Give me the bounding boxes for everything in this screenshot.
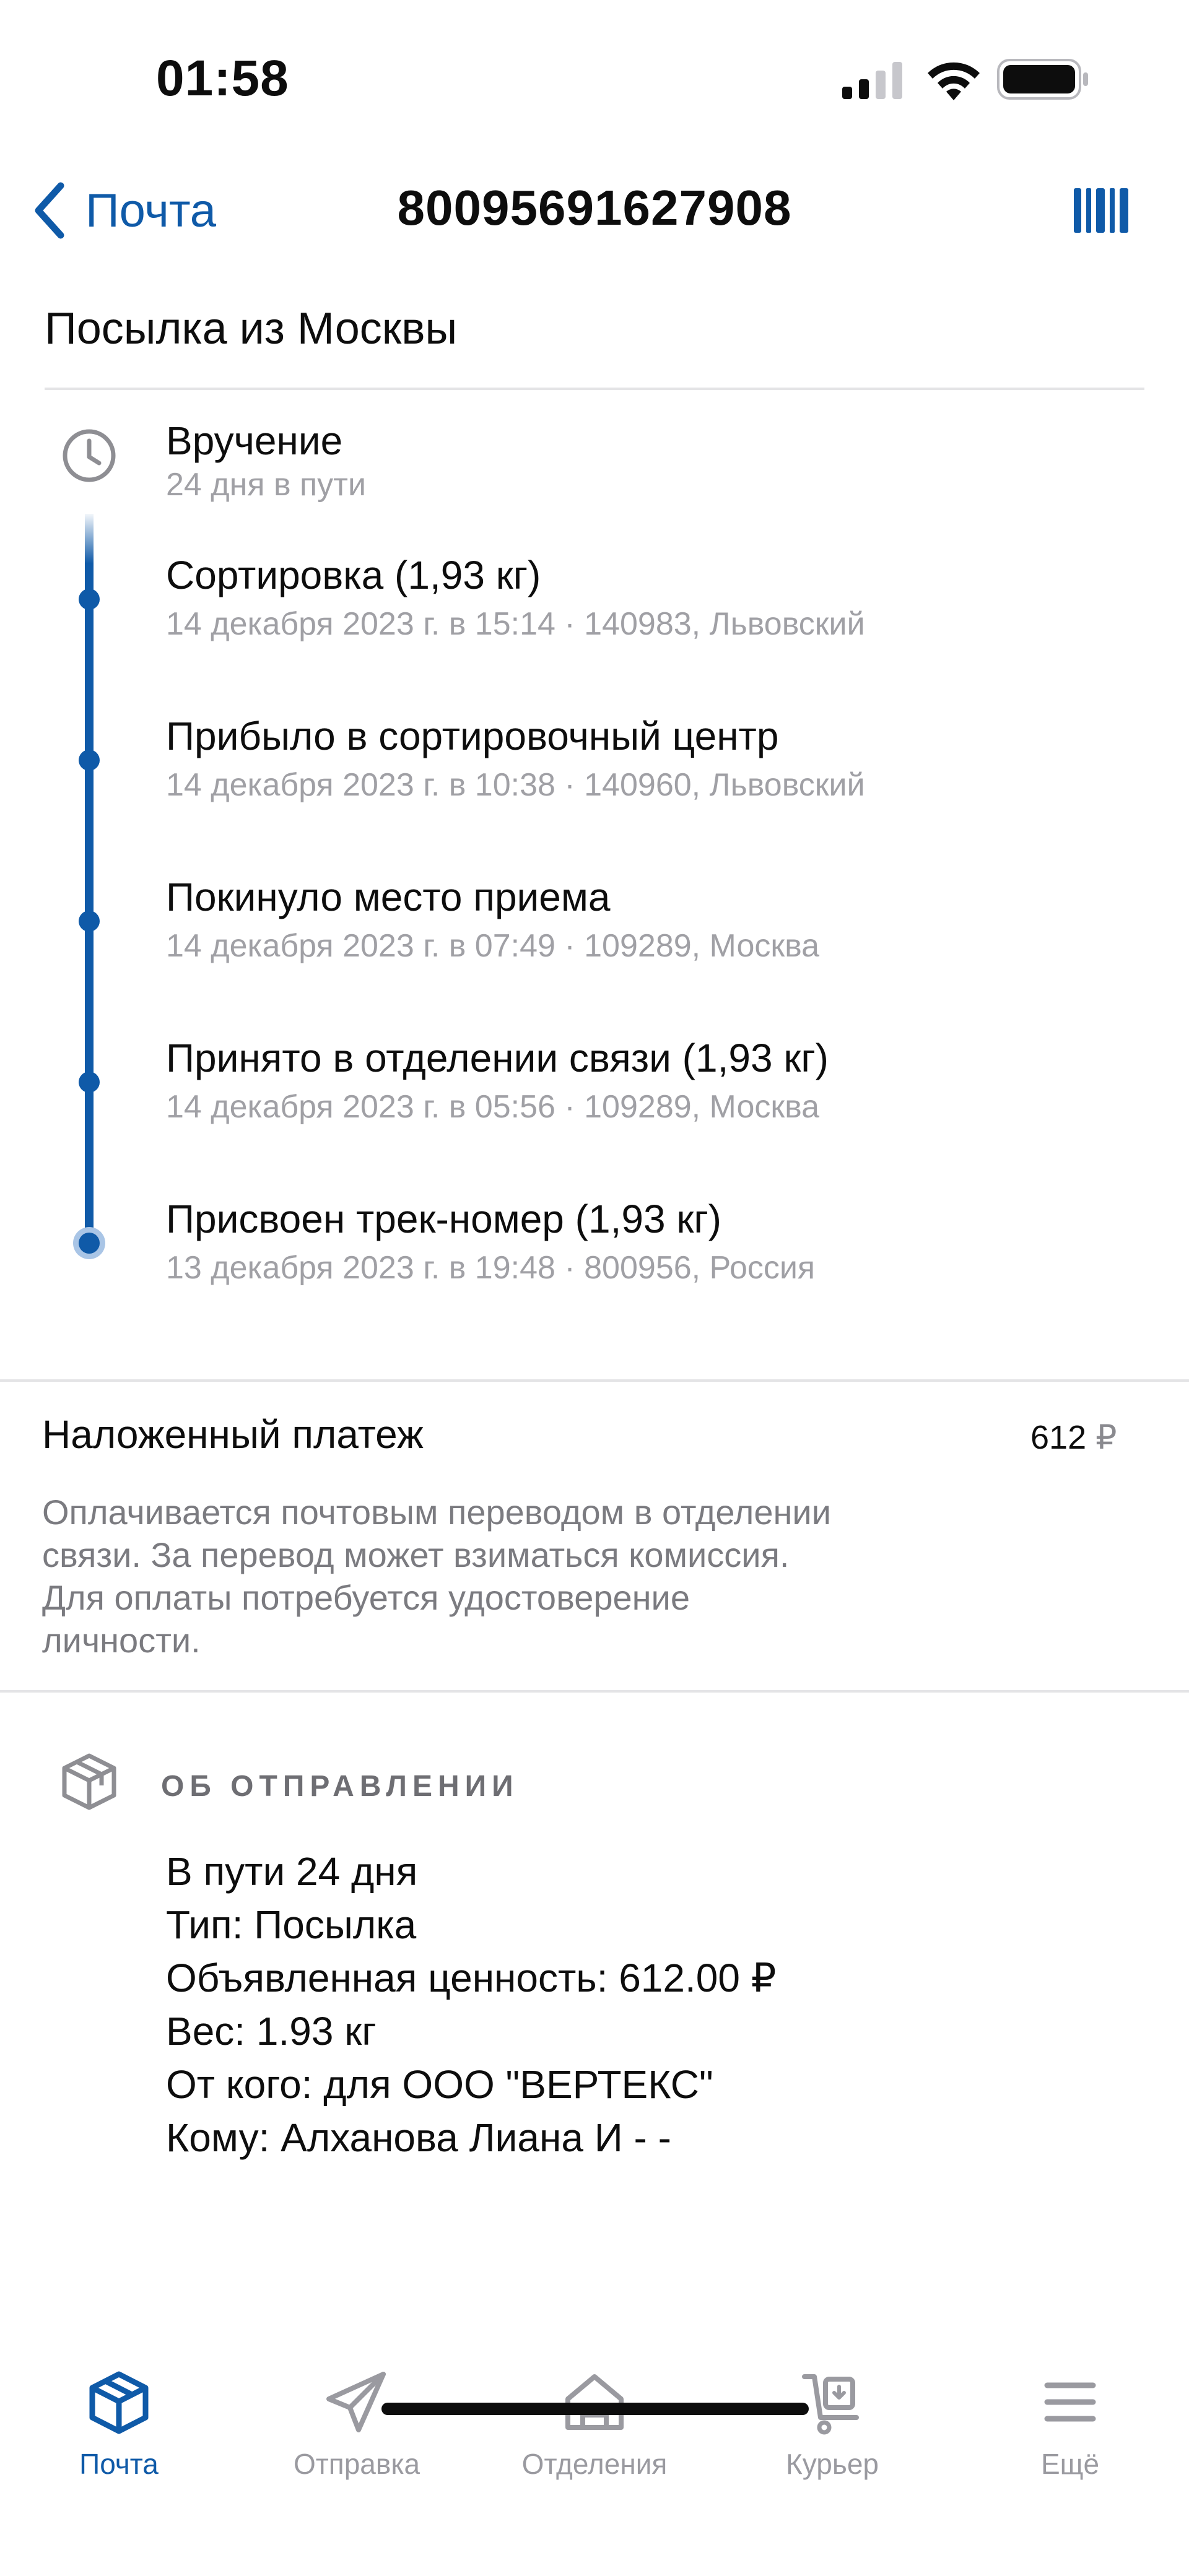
description-line: личности.	[42, 1621, 201, 1660]
back-button-label: Почта	[85, 184, 217, 237]
cash-on-delivery-amount: 612 ₽	[1030, 1418, 1117, 1457]
timeline-event: Покинуло место приема 14 декабря 2023 г.…	[166, 874, 819, 965]
menu-icon	[1044, 2382, 1096, 2422]
timeline-event: Принято в отделении связи (1,93 кг) 14 д…	[166, 1035, 829, 1125]
description-line: связи. За перевод может взиматься комисс…	[42, 1535, 790, 1574]
package-box-icon	[62, 1753, 116, 1810]
tab-label: Почта	[79, 2448, 159, 2480]
timeline-line-fade	[85, 514, 94, 563]
current-status: Вручение 24 дня в пути	[166, 418, 366, 503]
event-subtitle: 13 декабря 2023 г. в 19:48 · 800956, Рос…	[166, 1250, 816, 1286]
timeline-line	[85, 563, 94, 1244]
shipment-info-line: Тип: Посылка	[166, 1902, 417, 1947]
courier-cart-icon	[802, 2374, 859, 2435]
shipment-info-list: В пути 24 дня Тип: Посылка Объявленная ц…	[166, 1845, 776, 2164]
tracking-timeline: Вручение 24 дня в пути Сортировка (1,93 …	[0, 390, 1189, 1319]
timeline-event: Сортировка (1,93 кг) 14 декабря 2023 г. …	[166, 552, 865, 643]
clock-icon	[63, 429, 116, 482]
description-line: Оплачивается почтовым переводом в отделе…	[42, 1493, 831, 1532]
currency-symbol: ₽	[1095, 1419, 1117, 1456]
timeline-dot	[79, 1072, 100, 1093]
paper-plane-icon	[326, 2372, 386, 2432]
timeline-dot-first-event	[73, 1227, 105, 1259]
divider	[0, 1379, 1189, 1382]
timeline-event: Прибыло в сортировочный центр 14 декабря…	[166, 713, 865, 804]
timeline-dot	[79, 911, 100, 932]
amount-value: 612	[1030, 1419, 1087, 1456]
status-bar: 01:58	[0, 0, 1189, 155]
parcel-title: Посылка из Москвы	[45, 304, 458, 353]
event-subtitle: 14 декабря 2023 г. в 15:14 · 140983, Льв…	[166, 606, 865, 642]
event-title: Прибыло в сортировочный центр	[166, 714, 779, 758]
shipment-info-line: Объявленная ценность: 612.00 ₽	[166, 1956, 777, 2000]
tab-bar: Почта Отправка Отделения Курьер Ещё	[0, 2353, 1189, 2576]
status-time: 01:58	[156, 50, 289, 106]
event-title: Присвоен трек-номер (1,93 кг)	[166, 1197, 721, 1241]
shipment-info-line: Кому: Алханова Лиана И - -	[166, 2115, 671, 2160]
wifi-icon	[928, 62, 980, 100]
event-subtitle: 14 декабря 2023 г. в 07:49 · 109289, Мос…	[166, 928, 820, 964]
tab-kurer[interactable]: Курьер	[739, 2368, 925, 2492]
timeline-event: Присвоен трек-номер (1,93 кг) 13 декабря…	[166, 1196, 815, 1286]
tracking-screen: 01:58 80095691627908 Почта Посылка из Мо…	[0, 0, 1189, 2576]
back-button[interactable]: Почта	[31, 173, 216, 248]
cash-on-delivery-title: Наложенный платеж	[42, 1412, 424, 1457]
chevron-left-icon	[35, 182, 64, 239]
current-status-subtitle: 24 дня в пути	[166, 467, 367, 503]
timeline-dot	[79, 750, 100, 771]
tab-label: Отделения	[521, 2448, 668, 2480]
tab-eshche[interactable]: Ещё	[977, 2368, 1163, 2492]
shipment-info-heading: ОБ ОТПРАВЛЕНИИ	[161, 1770, 519, 1803]
shipment-info-line: В пути 24 дня	[166, 1849, 418, 1894]
shipment-info-line: От кого: для ООО "ВЕРТЕКС"	[166, 2062, 713, 2107]
barcode-icon[interactable]	[1071, 186, 1133, 235]
current-status-title: Вручение	[166, 418, 343, 463]
post-office-icon	[565, 2374, 624, 2430]
tab-label: Отправка	[293, 2448, 420, 2480]
cellular-signal-icon	[842, 62, 902, 99]
tab-label: Курьер	[786, 2448, 879, 2480]
divider	[0, 1690, 1189, 1693]
event-title: Сортировка (1,93 кг)	[166, 553, 541, 597]
timeline-dot	[79, 589, 100, 610]
box-icon	[89, 2371, 149, 2434]
event-title: Покинуло место приема	[166, 875, 611, 919]
event-title: Принято в отделении связи (1,93 кг)	[166, 1036, 829, 1080]
home-indicator[interactable]	[381, 2403, 809, 2415]
tab-pochta[interactable]: Почта	[26, 2368, 212, 2492]
shipment-info-line: Вес: 1.93 кг	[166, 2009, 377, 2053]
battery-icon	[997, 59, 1088, 100]
tab-otpravka[interactable]: Отправка	[264, 2368, 450, 2492]
cash-on-delivery-description: Оплачивается почтовым переводом в отделе…	[42, 1491, 971, 1662]
event-subtitle: 14 декабря 2023 г. в 05:56 · 109289, Мос…	[166, 1089, 820, 1125]
navigation-bar: 80095691627908 Почта	[0, 155, 1189, 266]
event-subtitle: 14 декабря 2023 г. в 10:38 · 140960, Льв…	[166, 767, 865, 803]
description-line: Для оплаты потребуется удостоверение	[42, 1578, 690, 1617]
tab-otdeleniya[interactable]: Отделения	[502, 2368, 687, 2492]
tab-label: Ещё	[1040, 2448, 1100, 2480]
